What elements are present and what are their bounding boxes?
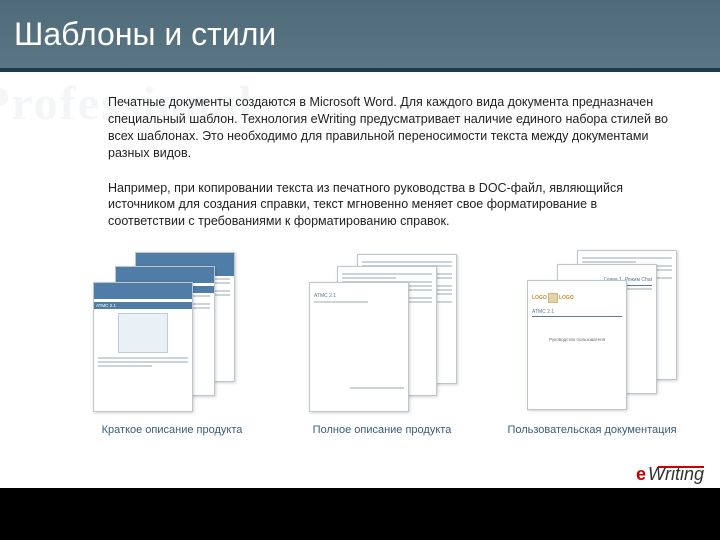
slide-header: Шаблоны и стили: [0, 0, 720, 72]
content-area: Печатные документы создаются в Microsoft…: [0, 72, 720, 230]
paragraph-1: Печатные документы создаются в Microsoft…: [108, 94, 668, 162]
thumb-group-full: ATMC 2.1 Полное описание продукта: [282, 248, 482, 436]
brand-rest: Writing: [648, 464, 704, 485]
slide-footer: [0, 488, 720, 540]
slide-title: Шаблоны и стили: [14, 16, 276, 53]
thumbnail-row: SCINEX Lock Server 1.0 ATMC 2.1 ATMC 2.1…: [0, 248, 720, 436]
doc-thumbnail: ATMC 2.1: [93, 282, 193, 412]
thumb-stack: SCINEX Lock Server 1.0 ATMC 2.1 ATMC 2.1: [87, 248, 257, 418]
thumb-stack: ATMC 2.1: [297, 248, 467, 418]
thumb-caption: Полное описание продукта: [313, 424, 452, 436]
thumb-group-userdoc: Глава 1. Режим Chat LOGO LOGO ATMC 2.1 Р…: [492, 248, 692, 436]
brand-e: e: [636, 464, 646, 485]
doc-thumbnail: ATMC 2.1: [309, 282, 409, 412]
thumb-stack: Глава 1. Режим Chat LOGO LOGO ATMC 2.1 Р…: [507, 248, 677, 418]
thumb-caption: Пользовательская документация: [507, 424, 676, 436]
brand-logo: eWriting: [636, 464, 704, 485]
doc-thumbnail: LOGO LOGO ATMC 2.1 Руководство пользоват…: [527, 280, 627, 410]
thumb-caption: Краткое описание продукта: [102, 424, 243, 436]
paragraph-2: Например, при копировании текста из печа…: [108, 180, 668, 231]
thumb-group-brief: SCINEX Lock Server 1.0 ATMC 2.1 ATMC 2.1…: [72, 248, 272, 436]
